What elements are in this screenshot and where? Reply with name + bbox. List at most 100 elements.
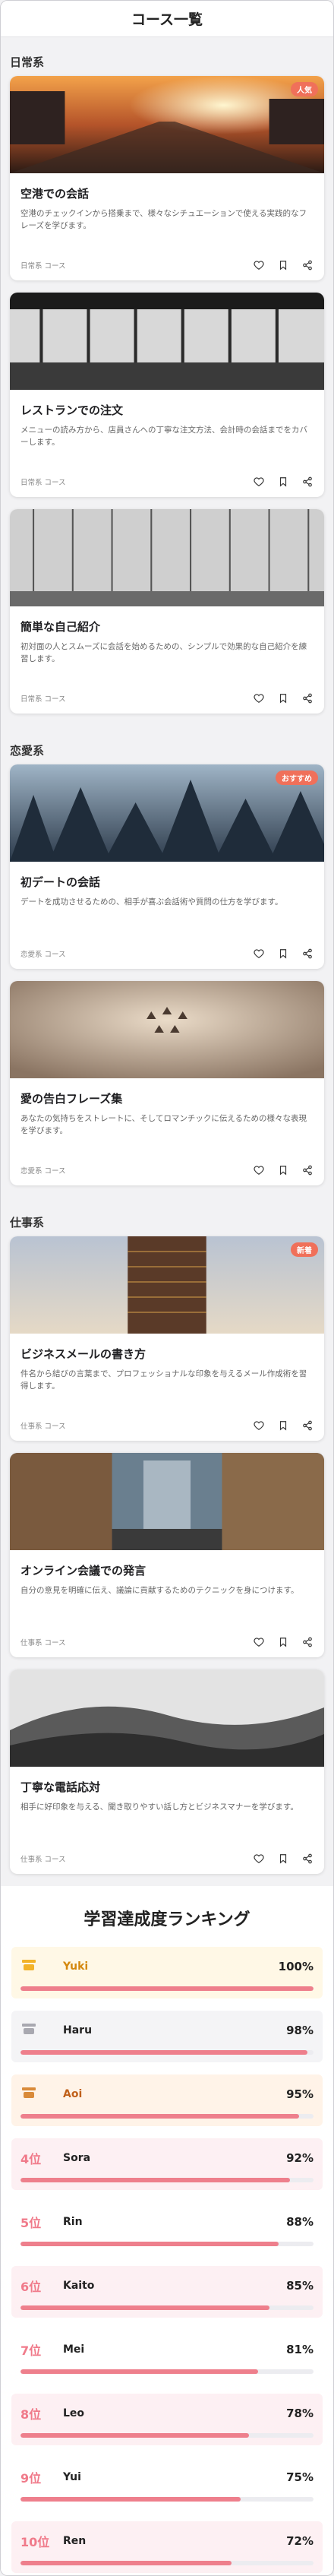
course-body: 愛の告白フレーズ集あなたの気持ちをストレートに、そしてロマンチックに伝えるための… [10,1078,324,1144]
rank-percentage: 72% [286,2534,314,2548]
course-card[interactable]: 新着 ビジネスメールの書き方 件名から結びの言葉まで、プロフェッショナルな印象を与え… [10,1236,324,1441]
heart-icon[interactable] [253,1419,265,1432]
course-actions [253,1853,314,1865]
course-actions [253,692,314,704]
course-card[interactable]: 簡単な自己紹介 初対面の人とスムーズに会話を始めるための、シンプルで効果的な自己紹… [10,509,324,714]
course-list: 日常系人気空港での会話 空港のチェックインから搭乗まで、様々なシチュエーションで使… [1,37,333,1874]
page-title: コース一覧 [131,11,203,28]
bookmark-icon[interactable] [277,476,289,488]
app-frame: コース一覧 日常系人気空港での会話 空港のチェックインから搭乗まで、様々なシチュエ… [0,0,334,2576]
heart-icon[interactable] [253,1636,265,1648]
progress-fill [20,2305,270,2310]
course-body: レストランでの注文 メニューの読み方から、店員さんへの丁寧な注文方法、会計時の会話… [10,390,324,456]
bookmark-icon[interactable] [277,948,289,960]
rank-position: 4位 [20,2152,42,2166]
rank-position: 9位 [20,2471,42,2486]
progress-fill [20,2497,241,2502]
bookmark-icon[interactable] [277,259,289,271]
progress-fill [20,2050,308,2055]
share-icon[interactable] [301,1419,314,1432]
course-badge: 人気 [291,82,318,97]
course-badge: おすすめ [276,771,318,785]
ranking-section: 学習達成度ランキング Yuki 100% Haru 98% Aoi 95% 4位 Sora 92… [1,1886,333,2575]
course-card[interactable]: オンライン会議での発言 自分の意見を明確に伝え、議論に貢献するためのテクニックを身… [10,1453,324,1657]
bookmark-icon[interactable] [277,1164,289,1176]
rank-percentage: 81% [286,2343,314,2356]
progress-fill [20,2114,299,2119]
bookmark-icon[interactable] [277,1636,289,1648]
course-description: 相手に好印象を与える、聞き取りやすい話し方とビジネスマナーを学びます。 [20,1802,298,1812]
ranking-row-header: 10位 Ren 72% [20,2530,314,2552]
course-image [10,981,324,1078]
course-body: ビジネスメールの書き方 件名から結びの言葉まで、プロフェッショナルな印象を与えるメ… [10,1334,324,1400]
share-icon[interactable] [301,692,314,704]
heart-icon[interactable] [253,948,265,960]
ranking-row: Aoi 95% [11,2074,323,2126]
course-card[interactable]: 人気空港での会話 空港のチェックインから搭乗まで、様々なシチュエーションで使える実… [10,76,324,280]
course-image: 人気 [10,76,324,173]
heart-icon[interactable] [253,259,265,271]
ranking-row-header: 5位 Rin 88% [20,2211,314,2233]
ranking-row: 7位 Mei 81% [11,2330,323,2381]
ranking-row-header: 7位 Mei 81% [20,2339,314,2360]
progress-track [20,2050,314,2055]
share-icon[interactable] [301,948,314,960]
course-category-label: 仕事系 コース [20,1422,66,1431]
course-footer: 仕事系 コース [10,1627,324,1657]
course-title: 愛の告白フレーズ集 [20,1092,123,1106]
ranking-row-header: 6位 Kaito 85% [20,2275,314,2296]
course-category-label: 恋愛系 コース [20,951,66,959]
bookmark-icon[interactable] [277,1853,289,1865]
course-body: オンライン会議での発言 自分の意見を明確に伝え、議論に貢献するためのテクニックを身… [10,1550,324,1616]
course-category-label: 仕事系 コース [20,1856,66,1864]
course-card[interactable]: レストランでの注文 メニューの読み方から、店員さんへの丁寧な注文方法、会計時の会話… [10,293,324,497]
course-body: 空港での会話 空港のチェックインから搭乗まで、様々なシチュエーションで使える実践的… [10,173,324,239]
heart-icon[interactable] [253,1853,265,1865]
course-category-label: 日常系 コース [20,262,66,271]
ranking-row-header: 8位 Leo 78% [20,2403,314,2424]
gold-medal-icon [20,1958,37,1975]
heart-icon[interactable] [253,476,265,488]
rank-position [20,2022,63,2039]
rank-name: Yuki [63,1960,89,1973]
ranking-row: 10位 Ren 72% [11,2521,323,2573]
course-actions [253,1636,314,1648]
ranking-row-header: Haru 98% [20,2020,314,2041]
ranking-row-header: 9位 Yui 75% [20,2467,314,2488]
rank-position [20,2086,63,2103]
course-image: 新着 [10,1236,324,1334]
bronze-medal-icon [20,2086,37,2103]
share-icon[interactable] [301,259,314,271]
course-card[interactable]: おすすめ 初デートの会話 デートを成功させるための、相手が喜ぶ会話術や質問の仕方を学… [10,764,324,969]
ranking-row-header: Aoi 95% [20,2084,314,2105]
share-icon[interactable] [301,1164,314,1176]
course-category-label: 仕事系 コース [20,1639,66,1647]
ranking-row: 4位 Sora 92% [11,2138,323,2190]
course-card[interactable]: 丁寧な電話応対相手に好印象を与える、聞き取りやすい話し方とビジネスマナーを学びま… [10,1669,324,1874]
course-title: 丁寧な電話応対 [20,1780,101,1794]
bookmark-icon[interactable] [277,1419,289,1432]
heart-icon[interactable] [253,692,265,704]
rank-name: Leo [63,2407,85,2419]
ranking-title: 学習達成度ランキング [84,1910,250,1929]
category-heading: 日常系 [10,55,45,69]
rank-name: Mei [63,2343,85,2356]
ranking-row: 8位 Leo 78% [11,2394,323,2445]
course-description: 件名から結びの言葉まで、プロフェッショナルな印象を与えるメール作成術を習得します… [20,1369,307,1391]
ranking-list: Yuki 100% Haru 98% Aoi 95% 4位 Sora 92% 5位 Rin 88% 6位… [11,1947,323,2573]
course-card[interactable]: 愛の告白フレーズ集あなたの気持ちをストレートに、そしてロマンチックに伝えるための… [10,981,324,1185]
course-description: 初対面の人とスムーズに会話を始めるための、シンプルで効果的な自己紹介を練習します… [20,642,307,663]
course-footer: 仕事系 コース [10,1843,324,1874]
rank-position: 5位 [20,2216,42,2230]
ranking-row-header: Yuki 100% [20,1956,314,1977]
share-icon[interactable] [301,1853,314,1865]
progress-track [20,1986,314,1991]
rank-position: 10位 [20,2535,50,2549]
bookmark-icon[interactable] [277,692,289,704]
share-icon[interactable] [301,476,314,488]
course-description: あなたの気持ちをストレートに、そしてロマンチックに伝えるための様々な表現を学びま… [20,1114,307,1135]
progress-track [20,2242,314,2246]
ranking-row: 5位 Rin 88% [11,2202,323,2254]
heart-icon[interactable] [253,1164,265,1176]
share-icon[interactable] [301,1636,314,1648]
